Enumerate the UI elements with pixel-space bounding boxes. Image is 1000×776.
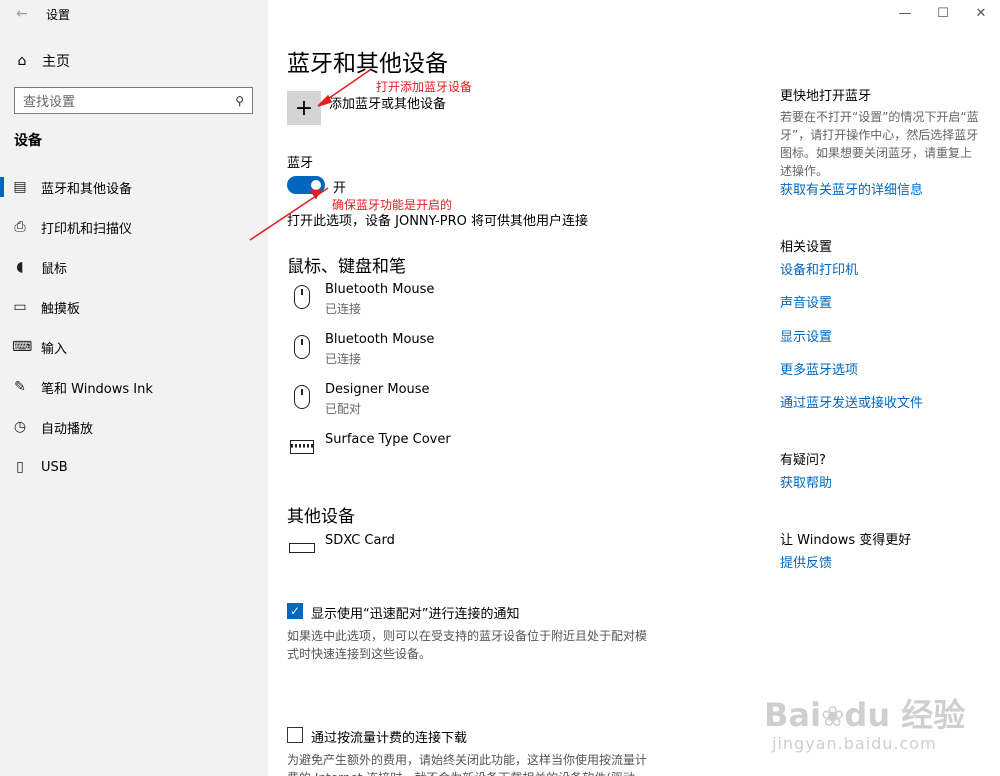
device-name: Bluetooth Mouse <box>325 332 435 347</box>
peripherals-heading: 鼠标、键盘和笔 <box>287 257 406 277</box>
metered-download-note: 为避免产生额外的费用，请始终关闭此功能，这样当你使用按流量计费的 Interne… <box>287 753 648 776</box>
main-content: 蓝牙和其他设备 + 添加蓝牙或其他设备 蓝牙 开 打开此选项，设备 JONNY-… <box>287 0 757 776</box>
other-devices-heading: 其他设备 <box>287 507 355 527</box>
app-title: 设置 <box>46 8 71 22</box>
sidebar-nav: ▤ 蓝牙和其他设备 ⎙ 打印机和扫描仪 ◖ 鼠标 ▭ 触摸板 ⌨ 输入 ✎ 笔和… <box>0 167 268 487</box>
sidebar-item-label: 打印机和扫描仪 <box>41 221 133 237</box>
sidebar-item-label: 主页 <box>42 54 70 70</box>
bluetooth-devices-icon: ▤ <box>13 179 27 195</box>
checkmark-icon: ✓ <box>289 604 301 618</box>
bluetooth-toggle[interactable] <box>287 176 325 194</box>
device-name: Surface Type Cover <box>325 432 451 447</box>
sidebar-item-label: 鼠标 <box>41 261 68 277</box>
keyboard-icon: ⌨ <box>12 339 33 355</box>
add-device-button[interactable]: + <box>287 91 321 125</box>
usb-icon: ▯ <box>16 459 24 475</box>
device-item[interactable]: Bluetooth Mouse 已连接 <box>287 282 687 326</box>
printer-icon: ⎙ <box>14 219 26 235</box>
devices-printers-link[interactable]: 设备和打印机 <box>780 259 858 278</box>
more-bluetooth-options-link[interactable]: 更多蓝牙选项 <box>780 359 858 378</box>
sidebar-item-autoplay[interactable]: ◷ 自动播放 <box>0 407 268 447</box>
sidebar-item-label: 输入 <box>41 341 68 357</box>
search-placeholder: 查找设置 <box>23 95 76 110</box>
mouse-device-icon <box>289 332 315 362</box>
device-status: 已连接 <box>325 302 362 316</box>
touchpad-icon: ▭ <box>13 299 27 315</box>
sidebar-item-printers[interactable]: ⎙ 打印机和扫描仪 <box>0 207 268 247</box>
window-controls: — ☐ ✕ <box>886 0 1000 28</box>
device-item[interactable]: Designer Mouse 已配对 <box>287 382 687 426</box>
send-receive-files-link[interactable]: 通过蓝牙发送或接收文件 <box>780 392 923 411</box>
sidebar-item-pen[interactable]: ✎ 笔和 Windows Ink <box>0 367 268 407</box>
sidebar-item-label: USB <box>41 459 68 475</box>
sidebar-item-home[interactable]: ⌂ 主页 <box>0 48 268 74</box>
baidu-watermark-logo: Bai❀du 经验 jingyan.baidu.com <box>764 696 966 753</box>
minimize-icon[interactable]: — <box>886 0 924 28</box>
sidebar-item-label: 自动播放 <box>41 421 94 437</box>
help-heading: 有疑问? <box>780 453 826 468</box>
get-help-link[interactable]: 获取帮助 <box>780 472 832 491</box>
device-status: 已配对 <box>325 402 362 416</box>
keyboard-device-icon <box>289 432 315 462</box>
add-device-label[interactable]: 添加蓝牙或其他设备 <box>329 93 446 112</box>
sidebar-item-touchpad[interactable]: ▭ 触摸板 <box>0 287 268 327</box>
search-input[interactable]: 查找设置 ⚲ <box>14 87 253 114</box>
annotation-add-device: 打开添加蓝牙设备 <box>376 80 473 94</box>
mouse-icon: ◖ <box>16 259 24 275</box>
device-item[interactable]: SDXC Card <box>287 533 687 577</box>
toggle-state-label: 开 <box>333 181 347 196</box>
search-icon[interactable]: ⚲ <box>235 94 244 108</box>
sidebar-item-usb[interactable]: ▯ USB <box>0 447 268 487</box>
sidebar-item-label: 笔和 Windows Ink <box>41 381 153 397</box>
plus-icon: + <box>294 95 314 121</box>
bluetooth-info-link[interactable]: 获取有关蓝牙的详细信息 <box>780 179 923 198</box>
quick-bluetooth-text: 若要在不打开“设置”的情况下开启“蓝牙”，请打开操作中心，然后选择蓝牙图标。如果… <box>780 110 979 178</box>
maximize-icon[interactable]: ☐ <box>924 0 962 28</box>
related-settings-heading: 相关设置 <box>780 240 833 255</box>
swift-pair-checkbox[interactable]: ✓ <box>287 603 303 619</box>
annotation-toggle: 确保蓝牙功能是开启的 <box>332 198 453 212</box>
sidebar-item-typing[interactable]: ⌨ 输入 <box>0 327 268 367</box>
metered-download-label[interactable]: 通过按流量计费的连接下载 <box>311 727 467 746</box>
sidebar-item-label: 触摸板 <box>41 301 81 317</box>
quick-bluetooth-heading: 更快地打开蓝牙 <box>780 89 872 104</box>
home-icon: ⌂ <box>17 53 27 69</box>
sidebar-item-bluetooth[interactable]: ▤ 蓝牙和其他设备 <box>0 167 268 207</box>
device-name: SDXC Card <box>325 533 395 548</box>
back-arrow-icon[interactable]: ← <box>12 4 32 24</box>
sidebar: ← 设置 ⌂ 主页 查找设置 ⚲ 设备 ▤ 蓝牙和其他设备 ⎙ 打印机和扫描仪 … <box>0 0 268 776</box>
bluetooth-heading: 蓝牙 <box>287 156 314 171</box>
sidebar-section-title: 设备 <box>14 133 42 149</box>
mouse-device-icon <box>289 382 315 412</box>
metered-download-checkbox[interactable] <box>287 727 303 743</box>
sidebar-item-label: 蓝牙和其他设备 <box>41 181 133 197</box>
feedback-link[interactable]: 提供反馈 <box>780 552 832 571</box>
sidebar-item-mouse[interactable]: ◖ 鼠标 <box>0 247 268 287</box>
swift-pair-note: 如果选中此选项，则可以在受支持的蓝牙设备位于附近且处于配对模式时快速连接到这些设… <box>287 629 648 661</box>
pen-icon: ✎ <box>14 379 26 395</box>
device-item[interactable]: Surface Type Cover <box>287 432 687 476</box>
device-status: 已连接 <box>325 352 362 366</box>
swift-pair-label[interactable]: 显示使用“迅速配对”进行连接的通知 <box>311 603 519 622</box>
device-name: Designer Mouse <box>325 382 430 397</box>
mouse-device-icon <box>289 282 315 312</box>
toggle-knob <box>311 180 321 190</box>
device-item[interactable]: Bluetooth Mouse 已连接 <box>287 332 687 376</box>
feedback-heading: 让 Windows 变得更好 <box>780 533 912 548</box>
page-title: 蓝牙和其他设备 <box>287 51 448 77</box>
sound-settings-link[interactable]: 声音设置 <box>780 292 832 311</box>
card-device-icon <box>289 533 315 563</box>
display-settings-link[interactable]: 显示设置 <box>780 326 832 345</box>
autoplay-icon: ◷ <box>13 419 27 435</box>
close-icon[interactable]: ✕ <box>962 0 1000 28</box>
device-name: Bluetooth Mouse <box>325 282 435 297</box>
